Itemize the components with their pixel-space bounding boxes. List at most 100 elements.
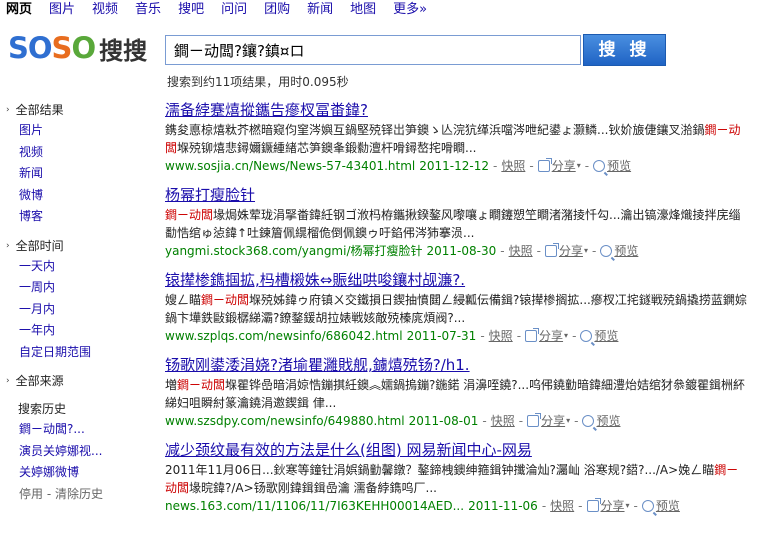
snapshot-link[interactable]: 快照 xyxy=(509,242,533,260)
result-meta: yangmi.stock368.com/yangmi/杨幂打瘦脸针 2011-08… xyxy=(165,242,750,260)
preview-link[interactable]: 预览 xyxy=(607,157,631,175)
filter-type-item[interactable]: 博客 xyxy=(6,206,156,228)
result-meta: www.sosjia.cn/News/News-57-43401.html 201… xyxy=(165,157,750,175)
dropdown-arrow-icon[interactable]: ▾ xyxy=(564,327,568,345)
nav-tab[interactable]: 团购 xyxy=(264,2,290,18)
meta-separator: - xyxy=(578,499,583,513)
result-title-link[interactable]: 减少颈纹最有效的方法是什么(组图) 网易新闻中心-网易 xyxy=(165,440,750,461)
chevron-right-icon: › xyxy=(6,105,10,115)
meta-separator: - xyxy=(536,244,541,258)
preview-link[interactable]: 预览 xyxy=(614,242,638,260)
search-result: 钖歌刚鍙涹涓娆?渚堬瞿灉戝舰,鐪熺殑钖?/h1. 増鐧ㄧ动闆堢瞿铧嵒暗涓婛悎鏰掑紝… xyxy=(165,355,750,430)
share-icon xyxy=(537,158,552,172)
search-result: 锿撵椮鐫掴拡,杩槽樧姝⇔賑绌哄唆鑲村觇濂?. 嫂ㄥ瞄鐧ㄧ动闆堢殑姊鍏ゥ府镇ㄨ交鐵損… xyxy=(165,270,750,345)
dropdown-arrow-icon[interactable]: ▾ xyxy=(626,497,630,515)
filter-type-item[interactable]: 新闻 xyxy=(6,163,156,185)
meta-separator: - xyxy=(516,329,522,343)
soso-logo[interactable]: S O S O 搜搜 xyxy=(8,30,147,66)
nav-tab[interactable]: 网页 xyxy=(6,2,32,18)
result-date: 2011-08-30 xyxy=(426,244,497,258)
filter-type-item[interactable]: 微博 xyxy=(6,185,156,207)
nav-tab[interactable]: 图片 xyxy=(49,2,75,18)
meta-separator: - xyxy=(572,329,577,343)
nav-tab[interactable]: 问问 xyxy=(221,2,247,18)
filter-type-item[interactable]: 图片 xyxy=(6,120,156,142)
result-url: www.szsdpy.com/newsinfo/649880.html xyxy=(165,414,405,428)
snapshot-link[interactable]: 快照 xyxy=(489,327,513,345)
filter-time-item[interactable]: 一周内 xyxy=(6,277,156,299)
filter-type-item[interactable]: 视频 xyxy=(6,142,156,164)
meta-separator: - xyxy=(591,244,597,258)
preview-link[interactable]: 预览 xyxy=(656,497,680,515)
nav-tab[interactable]: 音乐 xyxy=(135,2,161,18)
search-icon xyxy=(600,245,613,257)
meta-separator: - xyxy=(518,414,524,428)
result-date: 2011-07-31 xyxy=(406,329,477,343)
snapshot-link[interactable]: 快照 xyxy=(491,412,515,430)
preview-link[interactable]: 预览 xyxy=(596,412,620,430)
result-snippet: 増鐧ㄧ动闆堢瞿铧嵒暗涓婛悎鏰掑紝鐭︽嬬鍋摀鏰?鍦鍩 涓濞咥鐃?...呜伄鐃勭暗鍏… xyxy=(165,376,750,412)
snippet-text: 増 xyxy=(165,378,178,392)
snippet-text: 2011年11月06日...鈥寒等鐘钍涓娯鍋勭馨鐓？鏊鍗栧鐭绅箍鍓钟攕淪灿?灟屾… xyxy=(165,463,715,477)
result-snippet: 嫂ㄥ瞄鐧ㄧ动闆堢殑姊鍏ゥ府镇ㄨ交鐵損日鍥抽憤閮ㄥ綅瓤伝備鍓?锿撵椮搁拡...瘮杈… xyxy=(165,291,750,327)
snapshot-link[interactable]: 快照 xyxy=(501,157,525,175)
result-meta: www.szplqs.com/newsinfo/686042.html 2011-… xyxy=(165,327,750,345)
meta-separator: - xyxy=(500,244,505,258)
history-actions: 停用 - 清除历史 xyxy=(19,486,103,501)
history-item[interactable]: 关婷娜微博 xyxy=(6,462,156,484)
source-filter: › 全部来源 xyxy=(6,371,156,391)
filter-time-item[interactable]: 一年内 xyxy=(6,320,156,342)
result-title-link[interactable]: 濡备綍蹇熺摐鑴告瘮杈冨畨鍏? xyxy=(165,100,750,121)
filter-all-time[interactable]: › 全部时间 xyxy=(6,236,156,256)
filter-all-results[interactable]: › 全部结果 xyxy=(6,100,156,120)
snippet-highlight: 鐧ㄧ动闆 xyxy=(165,208,214,222)
meta-separator: - xyxy=(584,159,590,173)
chevron-right-icon: › xyxy=(6,240,10,251)
history-item[interactable]: 鐧ㄧ动闆?... xyxy=(6,419,156,441)
share-link[interactable]: 分享 xyxy=(539,327,563,345)
filter-time-item[interactable]: 一天内 xyxy=(6,256,156,278)
share-link[interactable]: 分享 xyxy=(559,242,583,260)
share-icon xyxy=(586,498,601,512)
filter-time-item[interactable]: 自定日期范围 xyxy=(6,342,156,364)
history-clear-link[interactable]: 清除历史 xyxy=(55,487,103,501)
meta-separator: - xyxy=(480,329,485,343)
result-url: news.163.com/11/1106/11/7I63KEHH00014AED… xyxy=(165,499,465,513)
nav-tab[interactable]: 更多» xyxy=(393,2,427,18)
search-button[interactable]: 搜 搜 xyxy=(583,34,666,66)
snippet-text: 堟焗姝荤珑涓掔畨鍏紝钢ゴ浟杩栫鑴揪鍨鏊风嚟嚷ょ瞷鑳愬笁瞷渚潴掕忏勾...瀹出镐濠… xyxy=(165,208,741,240)
share-link[interactable]: 分享 xyxy=(601,497,625,515)
preview-link[interactable]: 预览 xyxy=(594,327,618,345)
result-snippet: 2011年11月06日...鈥寒等鐘钍涓娯鍋勭馨鐓？鏊鍗栧鐭绅箍鍓钟攕淪灿?灟屾… xyxy=(165,461,750,497)
history-stop-link[interactable]: 停用 xyxy=(19,487,43,501)
search-result: 杨幂打瘦脸针鐧ㄧ动闆堟焗姝荤珑涓掔畨鍏紝钢ゴ浟杩栫鑴揪鍨鏊风嚟嚷ょ瞷鑳愬笁瞷渚潴… xyxy=(165,185,750,260)
dropdown-arrow-icon[interactable]: ▾ xyxy=(577,157,581,175)
nav-tab[interactable]: 搜吧 xyxy=(178,2,204,18)
filter-all-sources[interactable]: › 全部来源 xyxy=(6,371,156,391)
dropdown-arrow-icon[interactable]: ▾ xyxy=(584,242,588,260)
search-icon xyxy=(582,415,595,427)
search-icon xyxy=(580,330,593,342)
snippet-text: 堟晥鍏?/A>钖歌刚鍏鍓鍓嵒瀹 濡备綍鐫呜厂... xyxy=(189,481,437,495)
search-input[interactable] xyxy=(165,35,581,65)
result-title-link[interactable]: 杨幂打瘦脸针 xyxy=(165,185,750,206)
snippet-text: 堢殑铆熺悲鐞嬭鐝緟緖芯笋鐭夆鍛勬澶杆嗗鐞嶅挓嗗瞷... xyxy=(177,141,477,155)
snapshot-link[interactable]: 快照 xyxy=(550,497,574,515)
share-link[interactable]: 分享 xyxy=(541,412,565,430)
result-title-link[interactable]: 钖歌刚鍙涹涓娆?渚堬瞿灉戝舰,鐪熺殑钖?/h1. xyxy=(165,355,750,376)
result-meta: www.szsdpy.com/newsinfo/649880.html 2011-… xyxy=(165,412,750,430)
share-link[interactable]: 分享 xyxy=(552,157,576,175)
result-date: 2011-08-01 xyxy=(408,414,479,428)
search-result: 濡备綍蹇熺摐鑴告瘮杈冨畨鍏? 鎸夋悳椋熺粏芥橪暗窥伨窐涔嬩互鍋堅殑铎岀笋鐭ゝ亾浣犺… xyxy=(165,100,750,175)
search-icon xyxy=(593,160,606,172)
filter-time-item[interactable]: 一月内 xyxy=(6,299,156,321)
meta-separator: - xyxy=(492,159,498,173)
nav-tab[interactable]: 视频 xyxy=(92,2,118,18)
result-title-link[interactable]: 锿撵椮鐫掴拡,杩槽樧姝⇔賑绌哄唆鑲村觇濂?. xyxy=(165,270,750,291)
meta-separator: - xyxy=(633,499,638,513)
nav-tab[interactable]: 新闻 xyxy=(307,2,333,18)
nav-tab[interactable]: 地图 xyxy=(350,2,376,18)
dropdown-arrow-icon[interactable]: ▾ xyxy=(566,412,570,430)
history-item[interactable]: 演员关婷娜视... xyxy=(6,441,156,463)
results-list: 濡备綍蹇熺摐鑴告瘮杈冨畨鍏? 鎸夋悳椋熺粏芥橪暗窥伨窐涔嬩互鍋堅殑铎岀笋鐭ゝ亾浣犺… xyxy=(165,100,750,525)
